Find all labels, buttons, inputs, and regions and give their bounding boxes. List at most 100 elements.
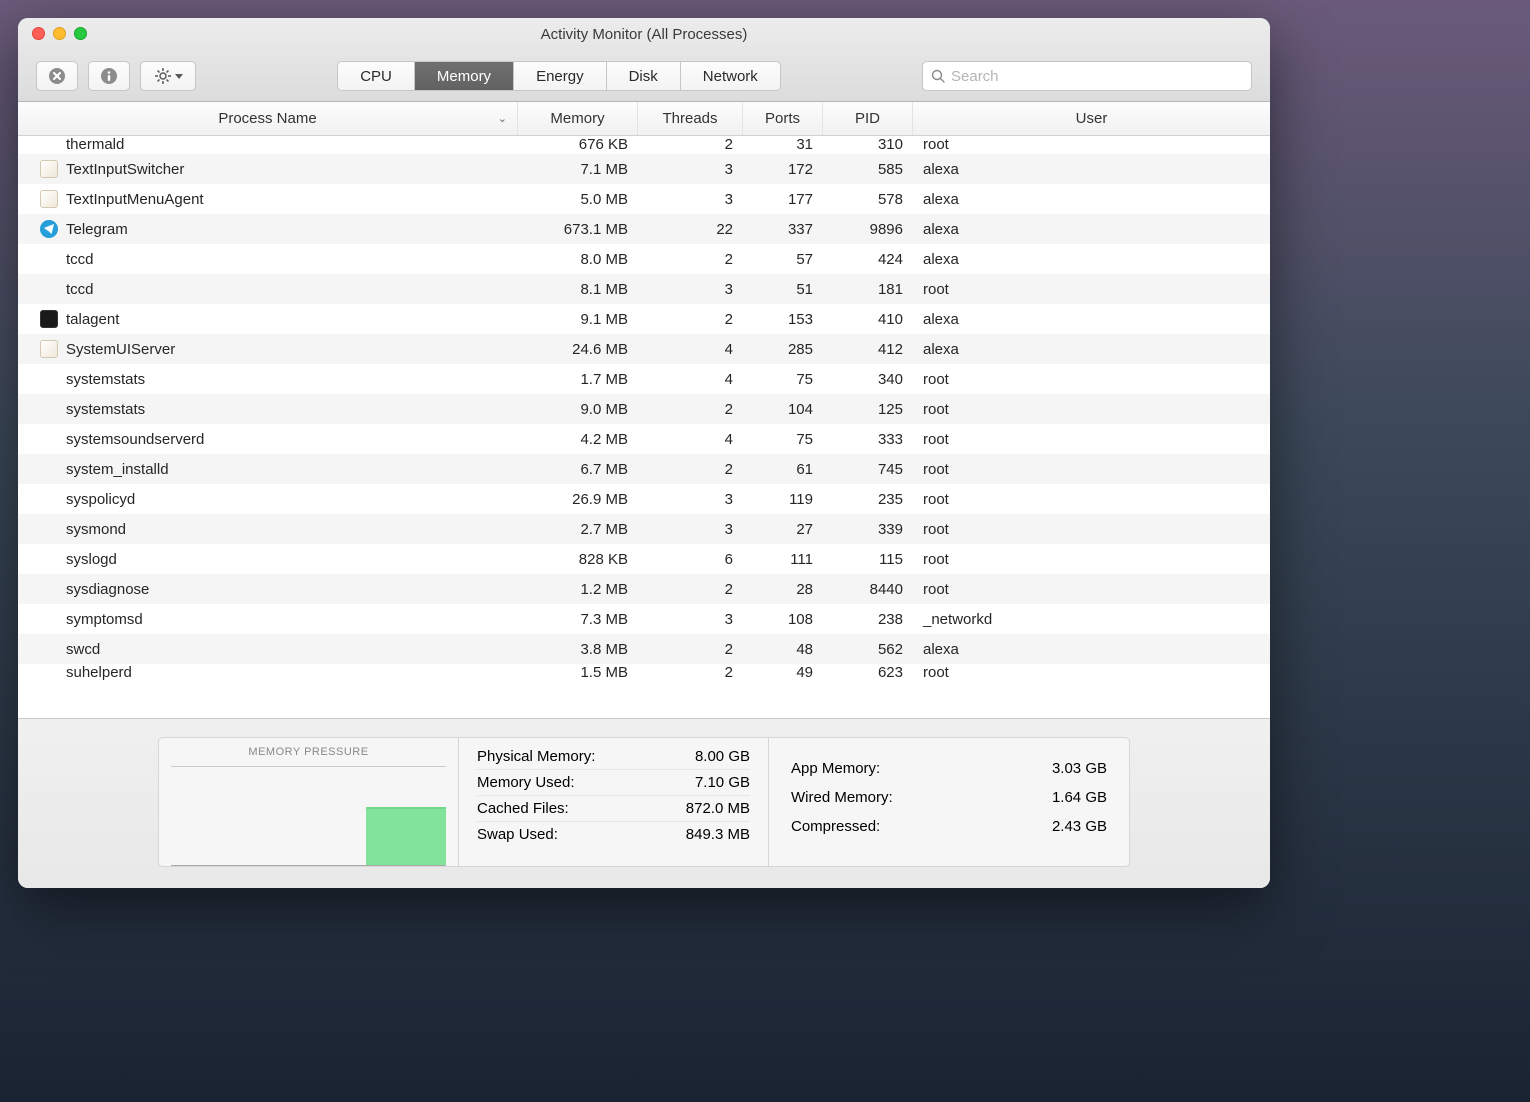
process-icon-cell (18, 364, 62, 394)
tab-memory[interactable]: Memory (415, 62, 514, 90)
process-memory: 2.7 MB (518, 514, 638, 544)
tab-disk[interactable]: Disk (607, 62, 681, 90)
swap-used-value: 849.3 MB (686, 826, 750, 843)
footer-panel: MEMORY PRESSURE Physical Memory:8.00 GB … (18, 718, 1270, 888)
table-row[interactable]: syspolicyd26.9 MB3119235root (18, 484, 1270, 514)
process-pid: 9896 (823, 214, 913, 244)
process-memory: 8.0 MB (518, 244, 638, 274)
inspect-process-button[interactable] (88, 61, 130, 91)
table-row[interactable]: SystemUIServer24.6 MB4285412alexa (18, 334, 1270, 364)
process-threads: 2 (638, 454, 743, 484)
column-header-ports[interactable]: Ports (743, 102, 823, 135)
table-row[interactable]: symptomsd7.3 MB3108238_networkd (18, 604, 1270, 634)
compressed-label: Compressed: (791, 818, 880, 835)
memory-pressure-fill (366, 807, 446, 865)
process-name: swcd (62, 634, 518, 664)
process-user: root (913, 136, 1270, 154)
process-name: systemstats (62, 364, 518, 394)
process-icon-cell (18, 634, 62, 664)
process-threads: 2 (638, 574, 743, 604)
process-threads: 2 (638, 664, 743, 684)
process-memory: 676 KB (518, 136, 638, 154)
table-row[interactable]: swcd3.8 MB248562alexa (18, 634, 1270, 664)
table-row[interactable]: sysmond2.7 MB327339root (18, 514, 1270, 544)
process-ports: 177 (743, 184, 823, 214)
column-header-memory[interactable]: Memory (518, 102, 638, 135)
physical-memory-value: 8.00 GB (695, 748, 750, 765)
zoom-window-button[interactable] (74, 27, 87, 40)
table-row[interactable]: TextInputSwitcher7.1 MB3172585alexa (18, 154, 1270, 184)
table-row[interactable]: tccd8.1 MB351181root (18, 274, 1270, 304)
table-row[interactable]: systemstats1.7 MB475340root (18, 364, 1270, 394)
table-row[interactable]: system_installd6.7 MB261745root (18, 454, 1270, 484)
process-name: thermald (62, 136, 518, 154)
table-row[interactable]: Telegram673.1 MB223379896alexa (18, 214, 1270, 244)
process-table[interactable]: thermald676 KB231310rootTextInputSwitche… (18, 136, 1270, 718)
process-memory: 1.7 MB (518, 364, 638, 394)
process-pid: 412 (823, 334, 913, 364)
table-row[interactable]: sysdiagnose1.2 MB2288440root (18, 574, 1270, 604)
process-threads: 4 (638, 424, 743, 454)
table-row[interactable]: thermald676 KB231310root (18, 136, 1270, 154)
tab-network[interactable]: Network (681, 62, 780, 90)
window-title: Activity Monitor (All Processes) (541, 26, 748, 43)
column-header-pid[interactable]: PID (823, 102, 913, 135)
process-icon-cell (18, 136, 62, 154)
table-row[interactable]: suhelperd1.5 MB249623root (18, 664, 1270, 684)
appgeneric-icon (40, 340, 58, 358)
process-memory: 8.1 MB (518, 274, 638, 304)
process-pid: 562 (823, 634, 913, 664)
appgeneric-icon (40, 160, 58, 178)
process-name: syspolicyd (62, 484, 518, 514)
swap-used-label: Swap Used: (477, 826, 558, 843)
toolbar: CPU Memory Energy Disk Network (18, 50, 1270, 102)
table-row[interactable]: systemstats9.0 MB2104125root (18, 394, 1270, 424)
tab-cpu[interactable]: CPU (338, 62, 415, 90)
process-threads: 2 (638, 394, 743, 424)
process-pid: 238 (823, 604, 913, 634)
table-row[interactable]: talagent9.1 MB2153410alexa (18, 304, 1270, 334)
process-threads: 4 (638, 334, 743, 364)
process-pid: 8440 (823, 574, 913, 604)
process-pid: 235 (823, 484, 913, 514)
process-memory: 9.0 MB (518, 394, 638, 424)
close-window-button[interactable] (32, 27, 45, 40)
process-icon-cell (18, 274, 62, 304)
column-header-threads[interactable]: Threads (638, 102, 743, 135)
table-row[interactable]: TextInputMenuAgent5.0 MB3177578alexa (18, 184, 1270, 214)
process-name: syslogd (62, 544, 518, 574)
table-row[interactable]: syslogd828 KB6111115root (18, 544, 1270, 574)
stop-process-button[interactable] (36, 61, 78, 91)
wired-memory-label: Wired Memory: (791, 789, 893, 806)
options-menu-button[interactable] (140, 61, 196, 91)
process-threads: 3 (638, 274, 743, 304)
memory-pressure-panel: MEMORY PRESSURE (159, 738, 459, 866)
process-user: alexa (913, 184, 1270, 214)
process-icon-cell (18, 484, 62, 514)
tab-energy[interactable]: Energy (514, 62, 607, 90)
process-icon-cell (18, 574, 62, 604)
process-memory: 26.9 MB (518, 484, 638, 514)
table-row[interactable]: tccd8.0 MB257424alexa (18, 244, 1270, 274)
column-header-user[interactable]: User (913, 102, 1270, 135)
process-name: TextInputSwitcher (62, 154, 518, 184)
process-pid: 585 (823, 154, 913, 184)
process-ports: 27 (743, 514, 823, 544)
table-row[interactable]: systemsoundserverd4.2 MB475333root (18, 424, 1270, 454)
process-memory: 7.1 MB (518, 154, 638, 184)
process-name: suhelperd (62, 664, 518, 684)
gear-icon (154, 67, 172, 85)
minimize-window-button[interactable] (53, 27, 66, 40)
process-user: alexa (913, 154, 1270, 184)
wired-memory-value: 1.64 GB (1052, 789, 1107, 806)
app-memory-value: 3.03 GB (1052, 760, 1107, 777)
process-threads: 6 (638, 544, 743, 574)
process-user: alexa (913, 304, 1270, 334)
memory-used-value: 7.10 GB (695, 774, 750, 791)
process-ports: 57 (743, 244, 823, 274)
search-field-wrap[interactable] (922, 61, 1252, 91)
process-user: root (913, 484, 1270, 514)
process-memory: 4.2 MB (518, 424, 638, 454)
column-header-process[interactable]: Process Name ⌄ (18, 102, 518, 135)
search-input[interactable] (951, 68, 1243, 85)
